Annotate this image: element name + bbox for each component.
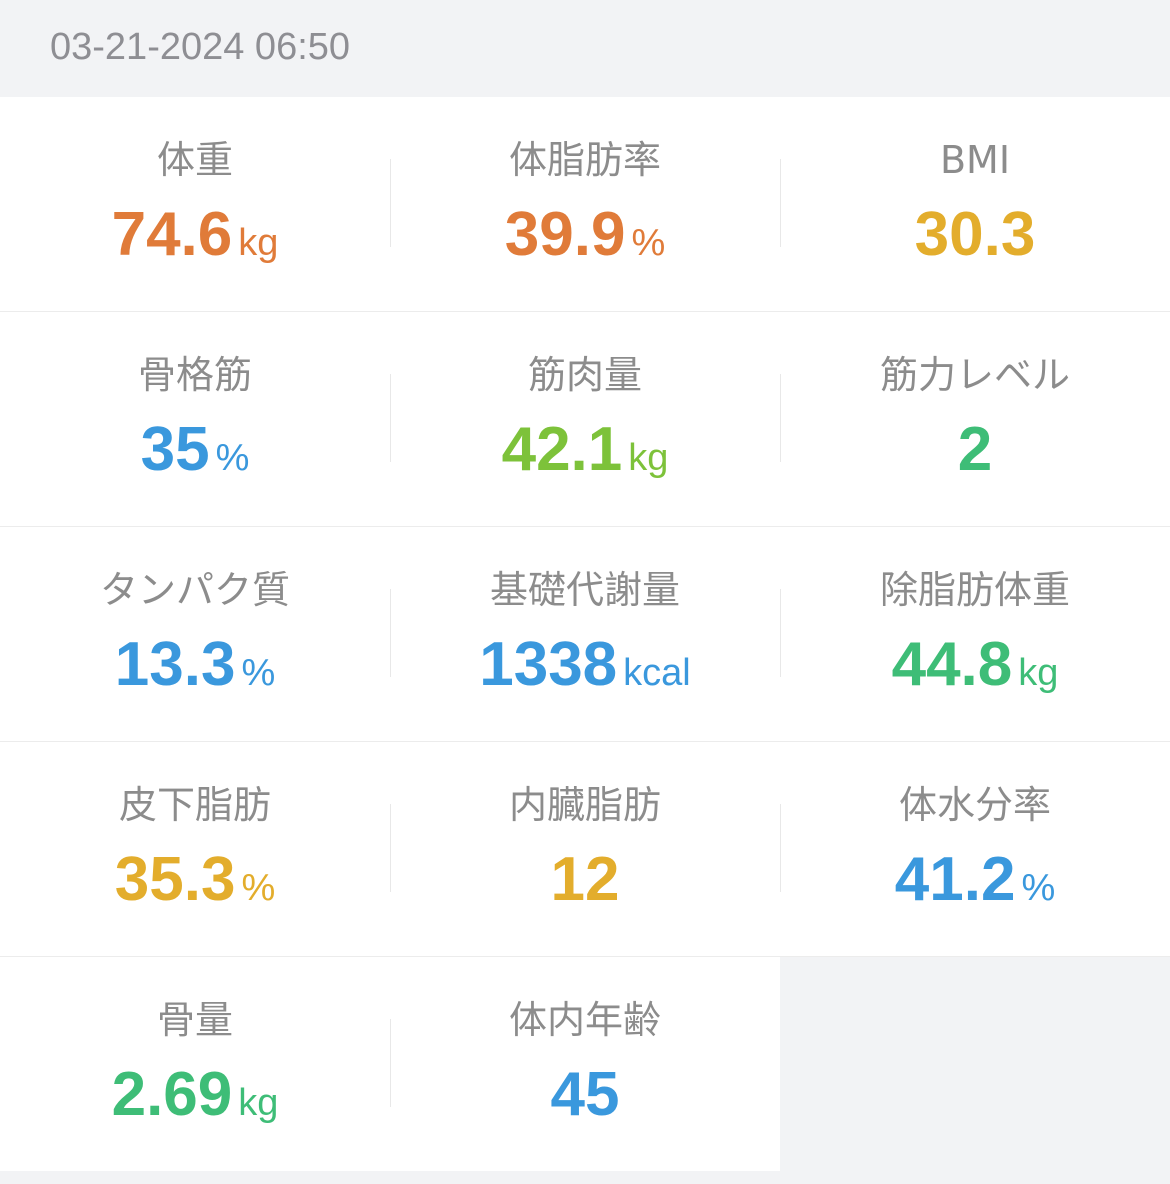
metric-body-water[interactable]: 体水分率 41.2% xyxy=(780,742,1170,956)
metric-body-age[interactable]: 体内年齢 45 xyxy=(390,957,780,1171)
metric-label: 骨量 xyxy=(156,998,233,1042)
metric-label: 内臓脂肪 xyxy=(508,783,661,827)
metric-value: 45 xyxy=(550,1060,620,1129)
metrics-row-1: 体重 74.6 kg 体脂肪率 39.9% BMI 30.3 xyxy=(0,97,1170,312)
metric-value: 42.1 xyxy=(501,415,623,484)
metrics-row-3: タンパク質 13.3% 基礎代謝量 1338 kcal 除脂肪体重 44.8 kg xyxy=(0,527,1170,742)
metric-value: 30.3 xyxy=(914,200,1036,269)
metric-unit: % xyxy=(1021,867,1056,909)
metrics-row-2: 骨格筋 35% 筋肉量 42.1 kg 筋力レベル 2 xyxy=(0,312,1170,527)
metric-visceral-fat[interactable]: 内臓脂肪 12 xyxy=(390,742,780,956)
metric-unit: kg xyxy=(628,437,669,479)
metric-label: 体内年齢 xyxy=(508,998,661,1042)
header-bar: 03-21-2024 06:50 xyxy=(0,0,1170,97)
metric-value: 1338 xyxy=(479,630,618,699)
metric-label: 体重 xyxy=(156,138,233,182)
metric-weight[interactable]: 体重 74.6 kg xyxy=(0,97,390,311)
metric-label: 筋力レベル xyxy=(879,353,1070,397)
metric-label: 皮下脂肪 xyxy=(118,783,271,827)
metric-unit: kg xyxy=(238,1082,279,1124)
metric-unit: kcal xyxy=(623,652,691,694)
metric-value: 41.2 xyxy=(894,845,1016,914)
metric-value: 39.9 xyxy=(504,200,626,269)
metric-unit: % xyxy=(215,437,250,479)
metric-value: 74.6 xyxy=(111,200,233,269)
metric-label: BMI xyxy=(939,138,1011,182)
metric-label: タンパク質 xyxy=(99,568,290,612)
metric-value: 13.3 xyxy=(114,630,236,699)
metric-label: 骨格筋 xyxy=(137,353,252,397)
metric-subcutaneous-fat[interactable]: 皮下脂肪 35.3% xyxy=(0,742,390,956)
metrics-row-5: 骨量 2.69 kg 体内年齢 45 xyxy=(0,957,780,1171)
metric-lean-body-mass[interactable]: 除脂肪体重 44.8 kg xyxy=(780,527,1170,741)
metric-unit: % xyxy=(241,652,276,694)
metric-basal-metabolism[interactable]: 基礎代謝量 1338 kcal xyxy=(390,527,780,741)
metric-label: 除脂肪体重 xyxy=(879,568,1070,612)
metric-muscle-mass[interactable]: 筋肉量 42.1 kg xyxy=(390,312,780,526)
metric-value: 2.69 xyxy=(111,1060,233,1129)
metric-unit: kg xyxy=(238,222,279,264)
metric-body-fat-rate[interactable]: 体脂肪率 39.9% xyxy=(390,97,780,311)
metric-skeletal-muscle[interactable]: 骨格筋 35% xyxy=(0,312,390,526)
metric-value: 44.8 xyxy=(891,630,1013,699)
metric-bone-mass[interactable]: 骨量 2.69 kg xyxy=(0,957,390,1171)
measurement-timestamp: 03-21-2024 06:50 xyxy=(50,26,351,68)
metrics-row-4: 皮下脂肪 35.3% 内臓脂肪 12 体水分率 41.2% xyxy=(0,742,1170,957)
metric-value: 35.3 xyxy=(114,845,236,914)
metric-unit: % xyxy=(241,867,276,909)
metric-unit: kg xyxy=(1018,652,1059,694)
metric-value: 12 xyxy=(550,845,620,914)
metric-strength-level[interactable]: 筋力レベル 2 xyxy=(780,312,1170,526)
metric-value: 35 xyxy=(140,415,210,484)
metric-protein[interactable]: タンパク質 13.3% xyxy=(0,527,390,741)
metric-label: 筋肉量 xyxy=(527,353,642,397)
metric-value: 2 xyxy=(957,415,993,484)
metric-label: 体水分率 xyxy=(898,783,1051,827)
metric-unit: % xyxy=(631,222,666,264)
metric-label: 体脂肪率 xyxy=(508,138,661,182)
metric-bmi[interactable]: BMI 30.3 xyxy=(780,97,1170,311)
metric-label: 基礎代謝量 xyxy=(489,568,680,612)
